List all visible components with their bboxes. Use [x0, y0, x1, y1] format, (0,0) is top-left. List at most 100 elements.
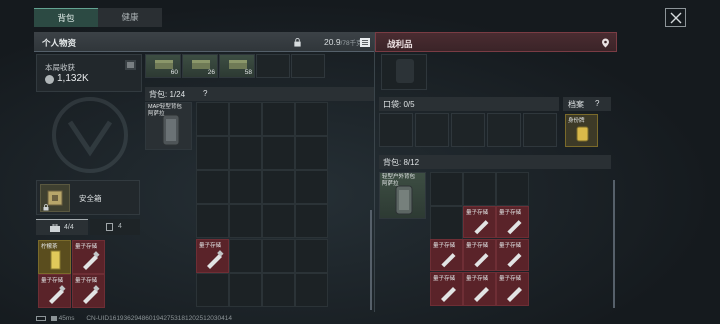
container-tab-a[interactable]: 4/4 [36, 219, 88, 235]
grid-cell[interactable] [229, 204, 262, 238]
grid-cell[interactable] [229, 102, 262, 136]
loot-pocket-slot-3[interactable] [451, 113, 485, 147]
personal-header: 个人物资 20.9/78千克 [34, 32, 374, 52]
grid-cell[interactable] [229, 136, 262, 170]
loot-panel: 战利品 口袋: 0/5 档案 ? 身份牌 背包: 8/12 轻型户外背包 阿萨拉 [375, 32, 617, 312]
backpack-help[interactable]: ? [203, 89, 207, 98]
weight-readout: 20.9/78千克 [324, 37, 363, 47]
loot-backpack-equipped[interactable]: 轻型户外背包 阿萨拉 [379, 172, 426, 219]
grid-cell[interactable] [295, 239, 328, 273]
tab-health[interactable]: 健康 [98, 8, 162, 27]
loot-archive-header: 档案 ? [563, 97, 611, 111]
armor-icon [396, 59, 414, 83]
grid-cell[interactable] [262, 273, 295, 307]
uid-readout: CN-UID1619362948601942753181202512030414 [86, 315, 233, 322]
loot-archive-help[interactable]: ? [595, 99, 599, 108]
loot-pocket-slot-5[interactable] [523, 113, 557, 147]
grid-cell[interactable] [295, 136, 328, 170]
loot-quantum-4[interactable]: 量子存储 [463, 239, 496, 271]
grid-cell[interactable] [196, 204, 229, 238]
safe-box-slot[interactable] [40, 184, 70, 212]
grid-cell[interactable] [262, 170, 295, 204]
ammo-slot-3[interactable]: 58 [219, 54, 255, 78]
backpack-equipped[interactable]: MAP轻型背包 阿萨拉 [145, 102, 192, 150]
battery-icon [36, 315, 46, 321]
loot-archive-slot[interactable]: 身份牌 [565, 114, 598, 147]
top-tabs: 背包 健康 [34, 8, 162, 27]
loot-quantum-8[interactable]: 量子存储 [496, 272, 529, 306]
personal-scrollbar[interactable] [370, 210, 372, 310]
grid-cell[interactable] [430, 206, 463, 240]
location-pin-icon[interactable] [601, 38, 610, 48]
grid-cell[interactable] [430, 172, 463, 206]
loot-quantum-5[interactable]: 量子存储 [496, 239, 529, 271]
backpack-label: 背包: 1/24 [149, 90, 186, 99]
close-icon [670, 12, 681, 24]
grid-cell[interactable] [262, 239, 295, 273]
tab-backpack[interactable]: 背包 [34, 8, 98, 27]
grid-cell[interactable] [262, 102, 295, 136]
item-label: 身份牌 [568, 118, 585, 124]
grid-cell[interactable] [496, 172, 529, 206]
item-label: 轻型户外背包 阿萨拉 [382, 174, 416, 187]
loot-quantum-7[interactable]: 量子存储 [463, 272, 496, 306]
loot-quantum-3[interactable]: 量子存储 [430, 239, 463, 271]
coin-icon [45, 75, 54, 84]
grid-cell[interactable] [229, 239, 262, 273]
item-label: 量子存储 [199, 243, 222, 249]
loot-header: 战利品 [375, 32, 617, 52]
case-icon [106, 223, 113, 231]
grid-cell[interactable] [229, 170, 262, 204]
loot-title: 战利品 [387, 39, 413, 49]
loot-pocket-slot-2[interactable] [415, 113, 449, 147]
grid-cell[interactable] [295, 273, 328, 307]
grid-cell[interactable] [196, 273, 229, 307]
loot-quantum-1[interactable]: 量子存储 [463, 206, 496, 238]
safe-box: 安全箱 [36, 180, 140, 215]
item-label: 量子存储 [466, 276, 489, 282]
item-label: 量子存储 [75, 244, 98, 250]
lock-icon [43, 204, 49, 211]
item-label: 量子存储 [499, 243, 522, 249]
close-button[interactable] [665, 8, 686, 27]
grid-cell[interactable] [196, 170, 229, 204]
loot-armor-slot[interactable] [381, 54, 427, 90]
grid-cell[interactable] [196, 102, 229, 136]
status-bar: 45ms CN-UID16193629486019427531812025120… [36, 315, 232, 322]
pocket-slot-quantum-2[interactable]: 量子存储 [38, 274, 71, 308]
pocket-slot-quantum-3[interactable]: 量子存储 [72, 274, 105, 308]
grid-cell[interactable] [262, 136, 295, 170]
ammo-slot-1[interactable]: 60 [145, 54, 181, 78]
ammo-slot-2[interactable]: 26 [182, 54, 218, 78]
ammo-slot-empty-2[interactable] [291, 54, 325, 78]
loot-archive-label: 档案 [568, 100, 584, 109]
item-label: 量子存储 [466, 210, 489, 216]
loot-pocket-slot-4[interactable] [487, 113, 521, 147]
earnings-menu-icon[interactable] [125, 60, 136, 70]
pocket-slot-quantum-1[interactable]: 量子存储 [72, 240, 105, 274]
grid-cell[interactable] [295, 204, 328, 238]
grid-cell[interactable] [229, 273, 262, 307]
earnings-value: 1,132K [57, 73, 89, 84]
item-label: 柠檬茶 [41, 244, 58, 250]
grid-cell[interactable] [463, 172, 496, 206]
grid-cell[interactable] [196, 136, 229, 170]
item-label: 量子存储 [466, 243, 489, 249]
ammo-slot-empty-1[interactable] [256, 54, 290, 78]
loot-scrollbar[interactable] [613, 180, 615, 308]
loot-pocket-header: 口袋: 0/5 [379, 97, 559, 111]
sort-menu-icon[interactable] [360, 38, 370, 47]
grid-cell[interactable] [295, 170, 328, 204]
earnings-box: 本局收获 1,132K [36, 54, 142, 92]
faction-emblem [50, 92, 130, 178]
loot-quantum-6[interactable]: 量子存储 [430, 272, 463, 306]
weight-icon [294, 38, 301, 47]
grid-item-quantum[interactable]: 量子存储 [196, 239, 229, 273]
container-tab-b[interactable]: 4 [90, 219, 140, 235]
loot-quantum-2[interactable]: 量子存储 [496, 206, 529, 238]
pocket-slot-tea[interactable]: 柠檬茶 [38, 240, 71, 274]
loot-pocket-slot-1[interactable] [379, 113, 413, 147]
grid-cell[interactable] [295, 102, 328, 136]
grid-cell[interactable] [262, 204, 295, 238]
toolbox-icon [50, 224, 60, 232]
